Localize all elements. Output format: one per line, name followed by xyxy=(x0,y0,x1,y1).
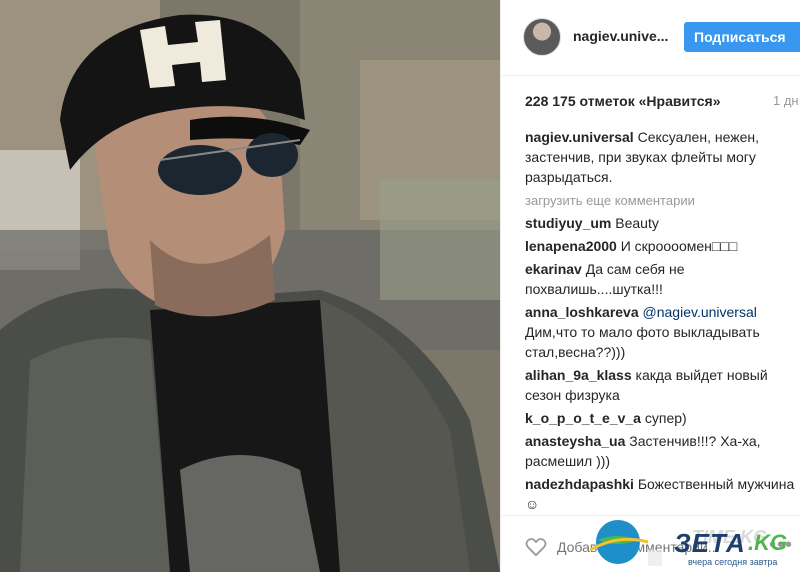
follow-button[interactable]: Подписаться xyxy=(684,22,800,52)
post-username[interactable]: nagiev.unive... xyxy=(573,28,668,44)
zeta-tagline: вчера сегодня завтра xyxy=(688,557,778,567)
comment-text: Дим,что то мало фото выкладывать стал,ве… xyxy=(525,324,760,360)
comments-list: nagiev.universal Сексуален, нежен, засте… xyxy=(525,127,795,517)
zeta-watermark: ЗЕТА .KG вчера сегодня завтра xyxy=(588,512,800,572)
comment-username[interactable]: nagiev.universal xyxy=(525,129,634,145)
zeta-brand: ЗЕТА xyxy=(674,528,746,558)
zeta-tld: .KG xyxy=(748,530,788,555)
comment-username[interactable]: nadezhdapashki xyxy=(525,476,634,492)
heart-icon[interactable] xyxy=(525,537,547,557)
post-header: nagiev.unive... Подписаться xyxy=(501,0,800,76)
comment-username[interactable]: anna_loshkareva xyxy=(525,304,639,320)
comment-username[interactable]: ekarinav xyxy=(525,261,582,277)
caption: nagiev.universal Сексуален, нежен, засте… xyxy=(525,127,795,187)
comment-item: anasteysha_ua Застенчив!!!? Ха-ха, расме… xyxy=(525,431,795,471)
comment-item: lenapena2000 И скроооомен□□□ xyxy=(525,236,795,256)
comment-username[interactable]: lenapena2000 xyxy=(525,238,617,254)
post-details-panel: nagiev.unive... Подписаться 228 175 отме… xyxy=(500,0,800,572)
comment-username[interactable]: alihan_9a_klass xyxy=(525,367,632,383)
post-time[interactable]: 1 дн. xyxy=(773,93,800,108)
comment-item: ekarinav Да сам себя не похвалишь....шут… xyxy=(525,259,795,299)
comment-item: anna_loshkareva @nagiev.universal Дим,чт… xyxy=(525,302,795,362)
comment-item: alihan_9a_klass какда выйдет новый сезон… xyxy=(525,365,795,405)
likes-row: 228 175 отметок «Нравится» 1 дн. xyxy=(525,93,800,113)
comment-text: супер) xyxy=(644,410,687,426)
post-photo xyxy=(0,0,500,572)
comment-text: И скроооомен□□□ xyxy=(620,238,738,254)
comment-username[interactable]: k_o_p_o_t_e_v_a xyxy=(525,410,641,426)
comment-mention[interactable]: @nagiev.universal xyxy=(643,304,757,320)
comment-item: k_o_p_o_t_e_v_a супер) xyxy=(525,408,795,428)
avatar[interactable] xyxy=(523,18,561,56)
load-more-comments-link[interactable]: загрузить еще комментарии xyxy=(525,192,795,210)
comment-item: studiyuy_um Beauty xyxy=(525,213,795,233)
comment-username[interactable]: anasteysha_ua xyxy=(525,433,625,449)
comment-username[interactable]: studiyuy_um xyxy=(525,215,611,231)
likes-count[interactable]: 228 175 отметок «Нравится» xyxy=(525,93,721,109)
comment-item: nadezhdapashki Божественный мужчина☺ xyxy=(525,474,795,514)
comment-text: Beauty xyxy=(615,215,659,231)
